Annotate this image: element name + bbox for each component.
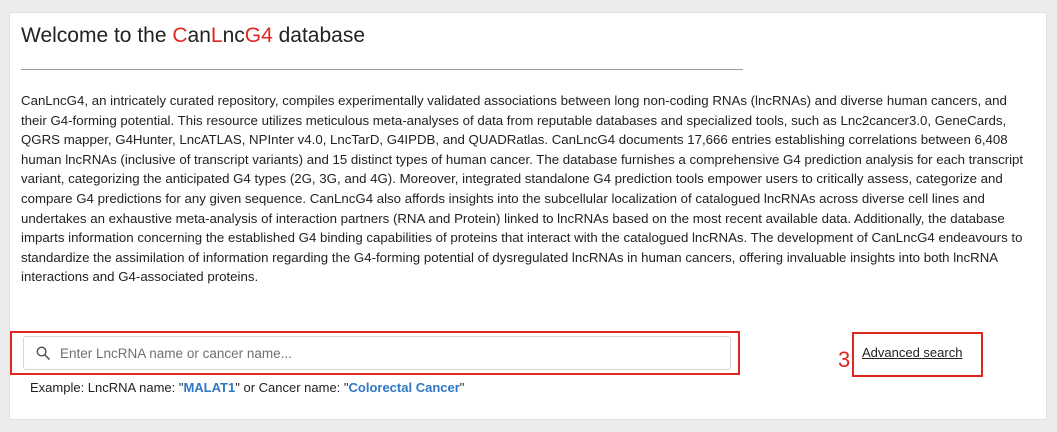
example-cancer-link[interactable]: Colorectal Cancer: [349, 380, 460, 395]
title-divider: [21, 69, 743, 70]
search-icon: [36, 346, 50, 360]
database-description: CanLncG4, an intricately curated reposit…: [21, 93, 1024, 285]
search-input[interactable]: [60, 337, 720, 369]
example-lncrna-link[interactable]: MALAT1: [183, 380, 235, 395]
search-example: Example: LncRNA name: "MALAT1" or Cancer…: [30, 380, 464, 395]
title-part: an: [187, 24, 211, 47]
advanced-search-annotation-number: 3: [838, 347, 851, 372]
search-field[interactable]: [23, 336, 731, 370]
title-part-highlight: L: [210, 24, 223, 47]
title-part: nc: [222, 24, 245, 47]
example-middle: " or Cancer name: ": [235, 380, 349, 395]
example-suffix: ": [459, 380, 465, 395]
title-part-highlight: G4: [244, 24, 273, 47]
title-part: database: [272, 24, 366, 47]
title-part-highlight: C: [172, 24, 188, 47]
title-part: Welcome to the: [21, 24, 173, 47]
page-title: Welcome to the CanLncG4 database: [21, 24, 365, 48]
example-prefix: Example: LncRNA name: ": [30, 380, 184, 395]
advanced-search-link[interactable]: Advanced search: [862, 345, 962, 360]
